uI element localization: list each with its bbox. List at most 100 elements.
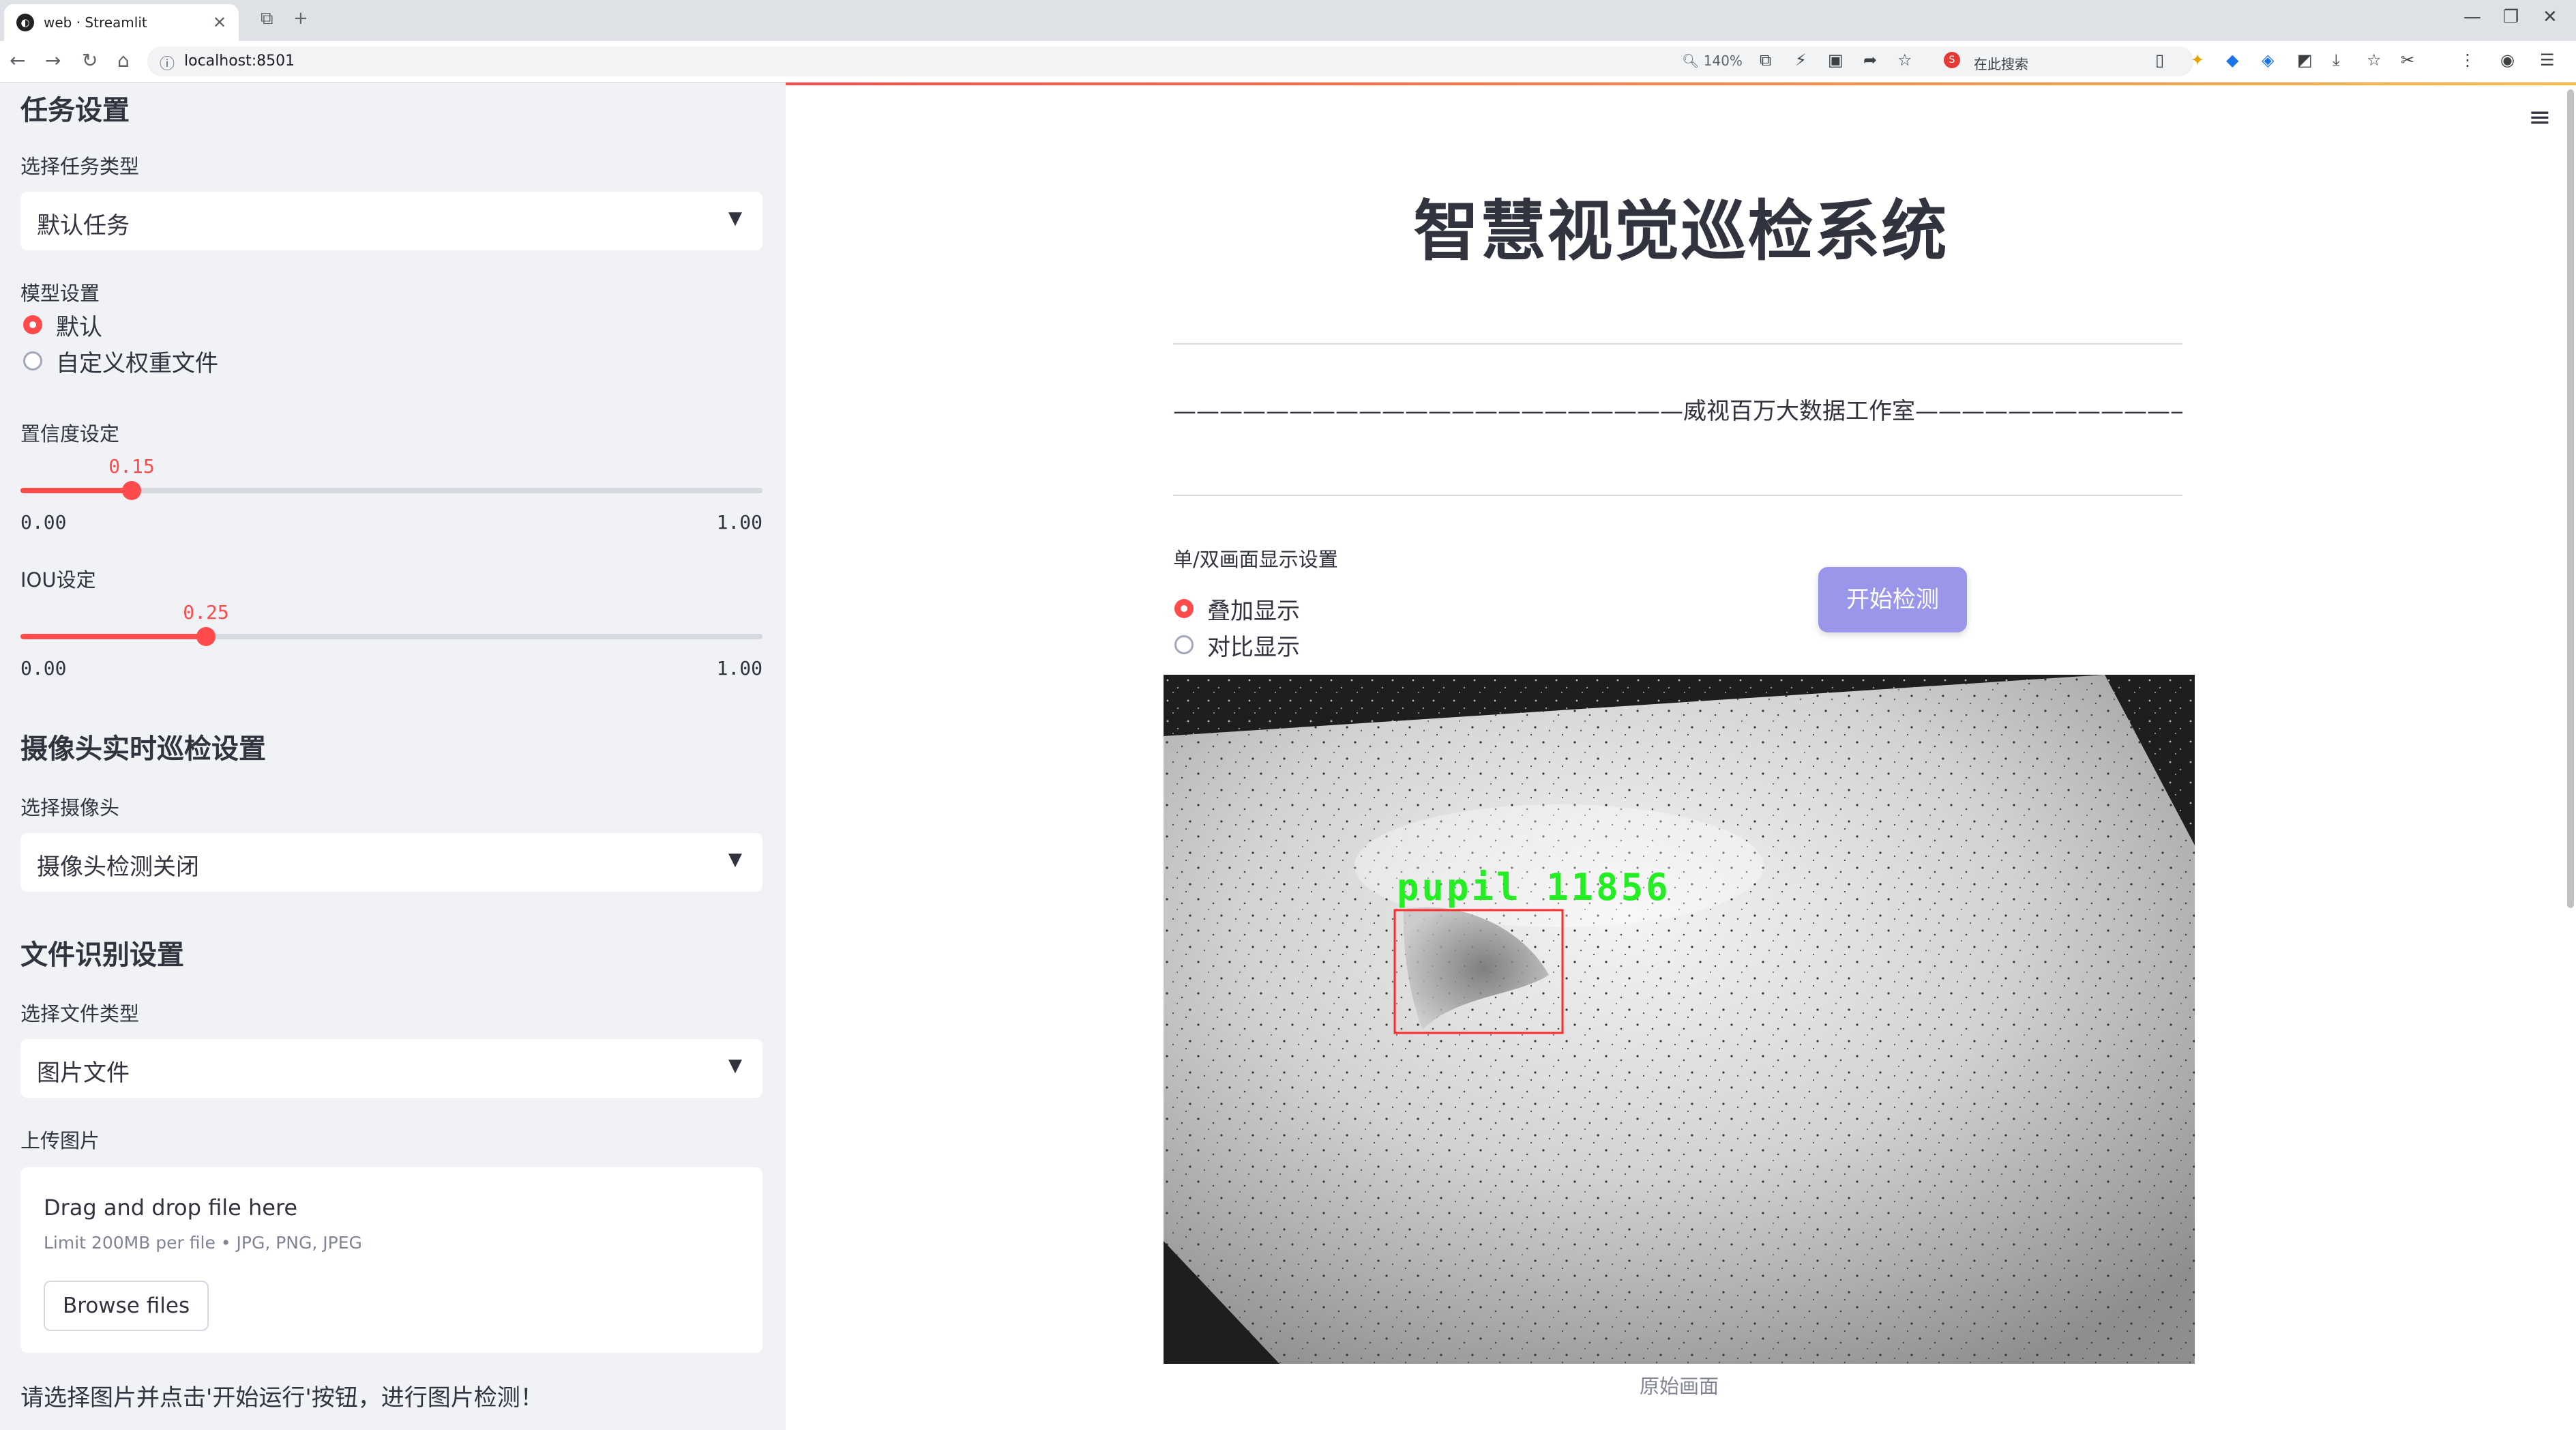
- download-icon[interactable]: ⤓: [2333, 50, 2340, 70]
- restore-icon[interactable]: ❐: [2503, 7, 2519, 27]
- iou-max: 1.00: [716, 657, 763, 680]
- file-type-label: 选择文件类型: [20, 1002, 140, 1025]
- screenshot-icon[interactable]: ▣: [1828, 50, 1844, 70]
- reload-icon[interactable]: ↻: [82, 49, 98, 72]
- page-title: 智慧视觉巡检系统: [1413, 193, 1949, 269]
- start-detection-button[interactable]: 开始检测: [1818, 567, 1967, 632]
- image-caption: 原始画面: [1639, 1375, 1719, 1398]
- tab-title: web · Streamlit: [44, 14, 147, 31]
- studio-credit: ——————————————————————威视百万大数据工作室————————…: [1173, 398, 2182, 425]
- radio-unselected-icon[interactable]: [23, 351, 42, 370]
- url-text[interactable]: localhost:8501: [184, 53, 295, 70]
- favorites-icon[interactable]: ☆: [2367, 50, 2382, 70]
- file-type-value: 图片文件: [37, 1060, 130, 1087]
- browser-tab[interactable]: ◐ web · Streamlit ✕: [4, 4, 239, 41]
- sidebar: 任务设置 选择任务类型 默认任务 ▼ 模型设置 默认 自定义权重文件 置信度设定…: [0, 83, 786, 1430]
- model-settings-label: 模型设置: [20, 282, 100, 305]
- hamburger-menu-icon[interactable]: ≡: [2528, 102, 2551, 133]
- detection-result-image: pupil 11856: [1164, 675, 2195, 1364]
- search-engine-icon[interactable]: S: [1944, 52, 1960, 68]
- detection-label: pupil 11856: [1397, 866, 1671, 909]
- confidence-max: 1.00: [716, 511, 763, 534]
- camera-select[interactable]: 摄像头检测关闭 ▼: [20, 833, 763, 892]
- display-mode-label: 单/双画面显示设置: [1173, 548, 1338, 571]
- camera-settings-heading: 摄像头实时巡检设置: [20, 733, 266, 765]
- confidence-min: 0.00: [20, 511, 67, 534]
- search-placeholder[interactable]: 在此搜索: [1974, 53, 2028, 73]
- profile-avatar-icon[interactable]: ◉: [2500, 50, 2515, 70]
- radio-selected-icon[interactable]: [1174, 599, 1194, 618]
- forward-icon[interactable]: →: [45, 49, 61, 72]
- camera-select-value: 摄像头检测关闭: [37, 853, 199, 881]
- zoom-level[interactable]: 🔍︎ 140%: [1682, 53, 1743, 69]
- task-type-value: 默认任务: [37, 212, 130, 239]
- iou-slider[interactable]: [20, 627, 763, 646]
- display-mode-compare[interactable]: 对比显示: [1174, 628, 1300, 662]
- slider-fill: [20, 488, 132, 493]
- slider-fill: [20, 634, 206, 639]
- task-type-label: 选择任务类型: [20, 155, 140, 178]
- divider: [1173, 495, 2182, 496]
- browser-toolbar: ← → ↻ ⌂ ⓘ localhost:8501 🔍︎ 140% ⧉ ⚡︎ ▣ …: [0, 41, 2576, 83]
- bookmark-star-icon[interactable]: ☆: [1897, 50, 1912, 70]
- slider-thumb[interactable]: [122, 481, 142, 500]
- minimize-icon[interactable]: —: [2463, 7, 2481, 27]
- bolt-icon[interactable]: ⚡︎: [1795, 50, 1807, 70]
- file-dropzone[interactable]: Drag and drop file here Limit 200MB per …: [20, 1167, 763, 1353]
- window-close-icon[interactable]: ✕: [2543, 7, 2558, 27]
- share-icon[interactable]: ➦: [1863, 50, 1877, 70]
- radio-label: 叠加显示: [1207, 597, 1300, 625]
- extension-icon[interactable]: ◩: [2297, 50, 2313, 70]
- address-bar[interactable]: ⓘ localhost:8501 🔍︎ 140% ⧉ ⚡︎ ▣ ➦ ☆: [147, 46, 2193, 76]
- confidence-slider[interactable]: [20, 481, 763, 500]
- iou-value: 0.25: [183, 601, 229, 624]
- zoom-icon: 🔍︎: [1682, 53, 1700, 69]
- upload-label: 上传图片: [20, 1129, 100, 1152]
- browse-files-button[interactable]: Browse files: [44, 1281, 209, 1331]
- browser-tab-bar: ◐ web · Streamlit ✕ ⧉ + — ❐ ✕: [0, 0, 2576, 41]
- camera-select-label: 选择摄像头: [20, 796, 120, 819]
- radio-label: 自定义权重文件: [56, 349, 218, 377]
- close-tab-icon[interactable]: ✕: [213, 13, 226, 32]
- chevron-down-icon: ▼: [728, 1055, 742, 1076]
- iou-min: 0.00: [20, 657, 67, 680]
- task-settings-heading: 任务设置: [20, 95, 130, 126]
- extension-icon[interactable]: ◆: [2226, 50, 2238, 70]
- task-type-select[interactable]: 默认任务 ▼: [20, 192, 763, 250]
- translate-icon[interactable]: ⧉: [1760, 50, 1771, 70]
- radio-label: 默认: [56, 313, 102, 341]
- dropzone-text: Drag and drop file here: [44, 1195, 298, 1221]
- cut-tool-icon[interactable]: ✂︎: [2401, 50, 2414, 70]
- search-box[interactable]: S 在此搜索: [1934, 48, 2139, 75]
- confidence-label: 置信度设定: [20, 422, 120, 446]
- model-option-custom[interactable]: 自定义权重文件: [23, 344, 218, 378]
- header-decoration: [786, 83, 2576, 85]
- tab-groups-icon[interactable]: ⧉: [261, 8, 273, 29]
- file-settings-heading: 文件识别设置: [20, 939, 184, 971]
- streamlit-favicon-icon: ◐: [16, 14, 34, 31]
- radio-unselected-icon[interactable]: [1174, 635, 1194, 654]
- more-menu-icon[interactable]: ⋮: [2459, 50, 2476, 70]
- new-tab-icon[interactable]: +: [293, 8, 308, 29]
- main-content: ≡ 智慧视觉巡检系统 ——————————————————————威视百万大数据…: [786, 83, 2576, 1430]
- extension-icon[interactable]: ◈: [2262, 50, 2274, 70]
- upload-limit-text: Limit 200MB per file • JPG, PNG, JPEG: [44, 1233, 362, 1253]
- divider: [1173, 343, 2182, 345]
- detection-image: pupil 11856: [1164, 675, 2195, 1364]
- model-option-default[interactable]: 默认: [23, 308, 102, 342]
- confidence-value: 0.15: [108, 455, 155, 478]
- iou-label: IOU设定: [20, 568, 96, 592]
- instruction-text: 请选择图片并点击'开始运行'按钮，进行图片检测！: [20, 1384, 544, 1412]
- zoom-text: 140%: [1703, 53, 1743, 69]
- radio-selected-icon[interactable]: [23, 315, 42, 334]
- chevron-down-icon: ▼: [728, 849, 742, 870]
- site-info-icon[interactable]: ⓘ: [160, 52, 175, 74]
- browser-menu-icon[interactable]: ☰: [2540, 50, 2555, 70]
- mobile-icon[interactable]: ▯: [2155, 50, 2164, 70]
- display-mode-overlay[interactable]: 叠加显示: [1174, 592, 1300, 626]
- slider-thumb[interactable]: [196, 627, 216, 646]
- file-type-select[interactable]: 图片文件 ▼: [20, 1039, 763, 1098]
- extension-icon[interactable]: ✦: [2191, 50, 2204, 70]
- back-icon[interactable]: ←: [10, 49, 25, 72]
- home-icon[interactable]: ⌂: [117, 49, 130, 72]
